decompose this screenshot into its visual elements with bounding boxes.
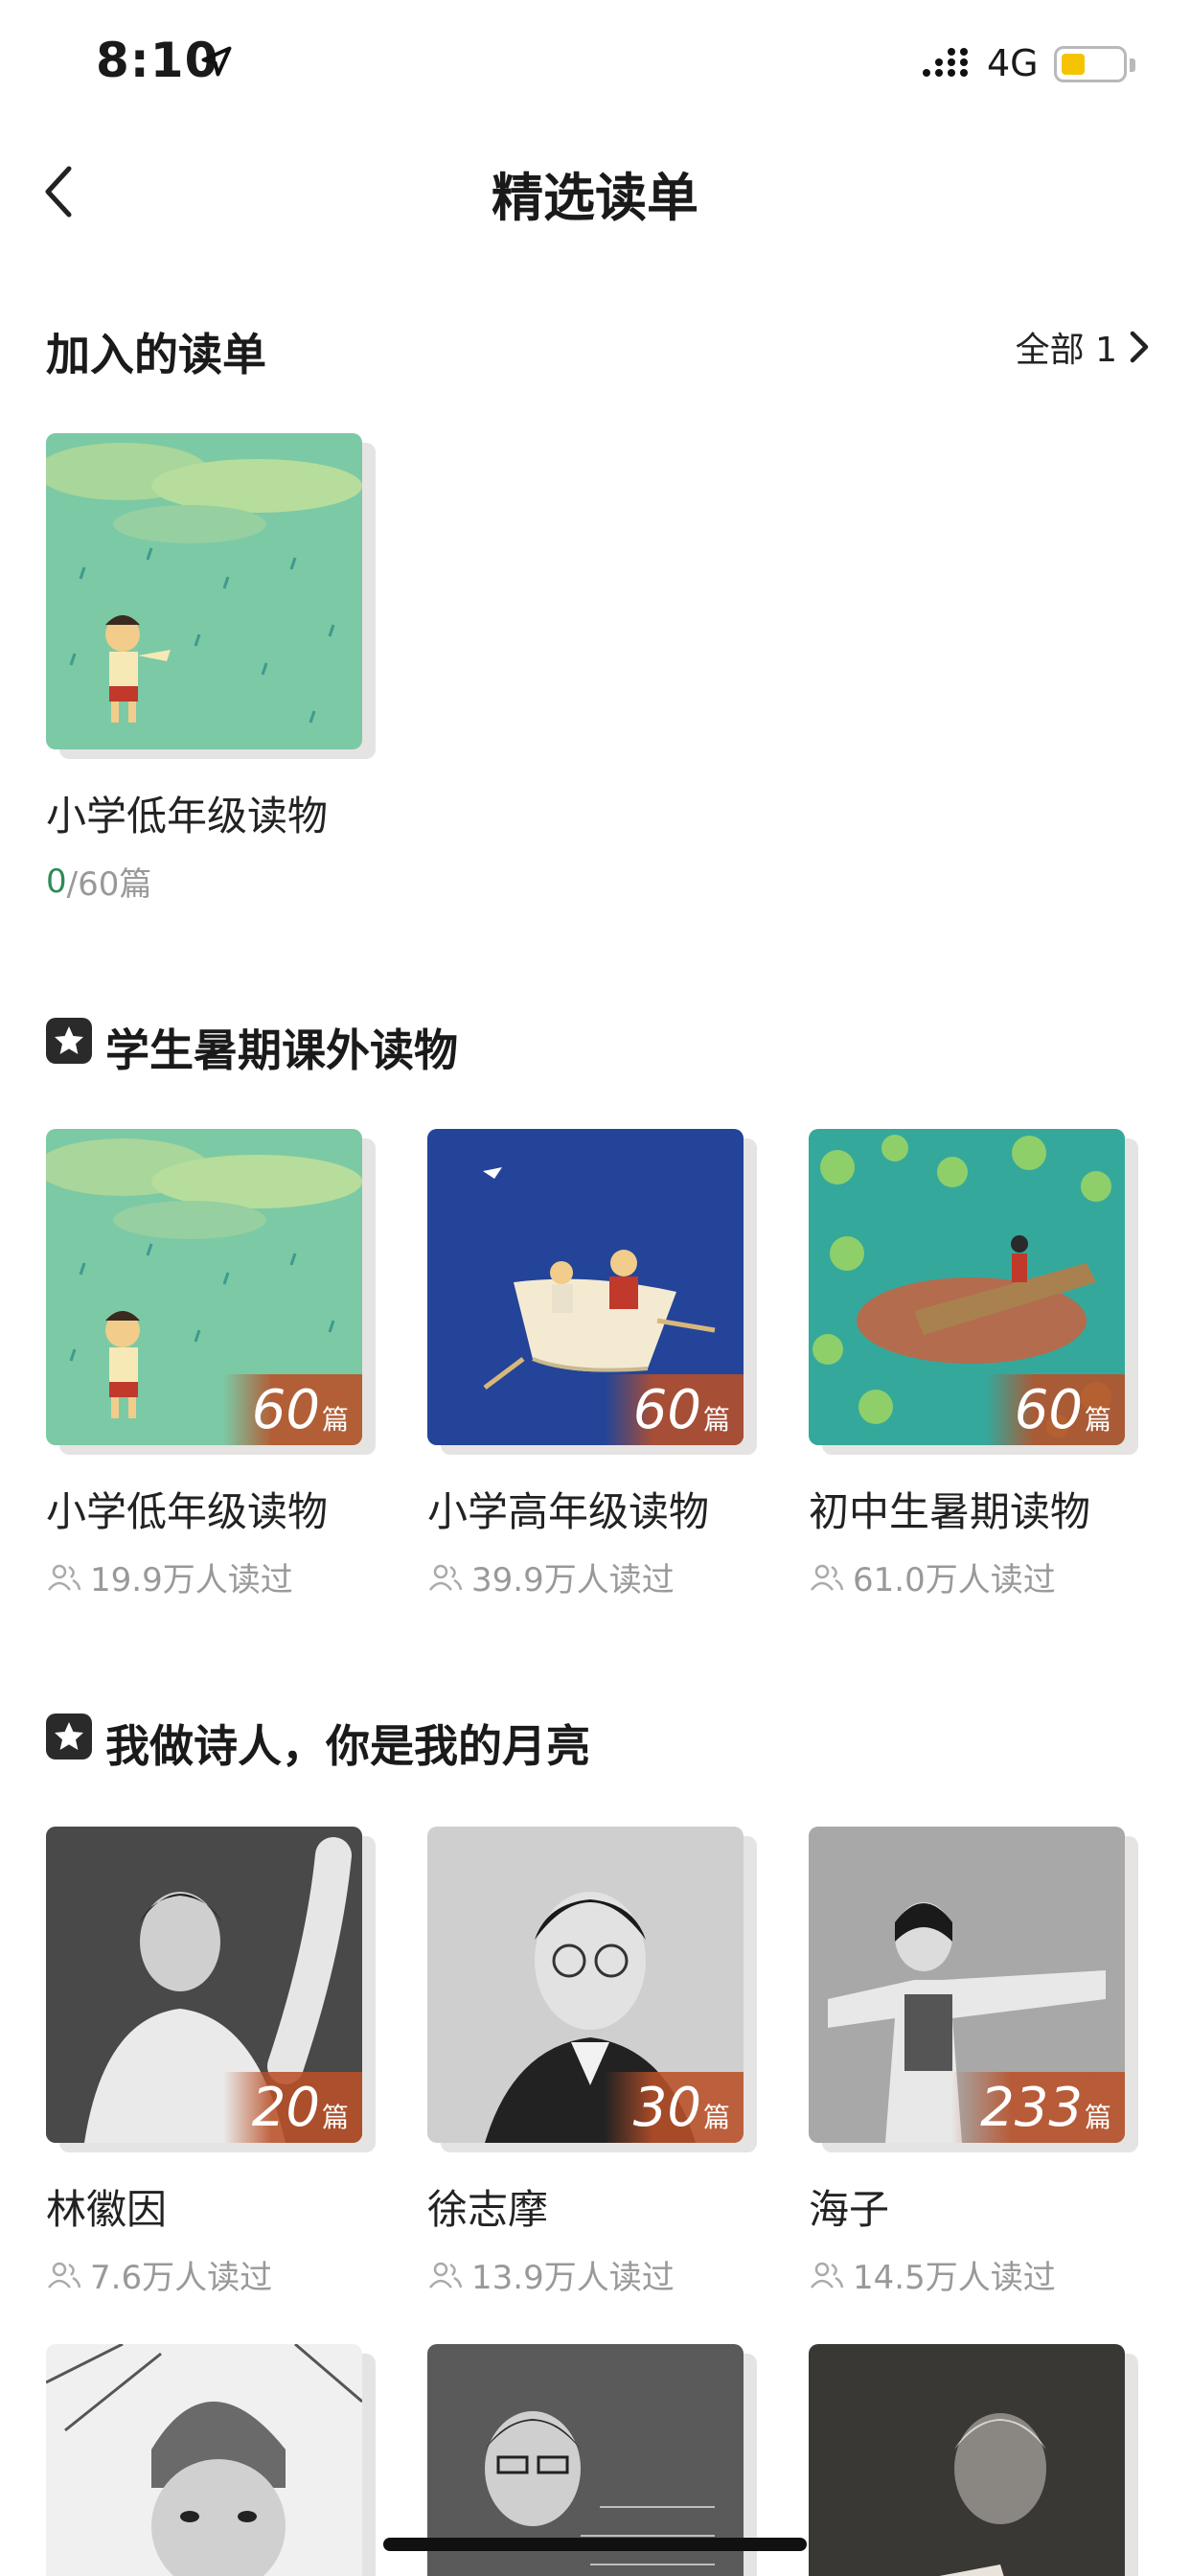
readers-icon [811,1564,844,1591]
location-arrow-icon [201,46,232,77]
count-unit: 篇 [702,2102,730,2133]
card-title: 徐志摩 [427,2186,549,2233]
article-count-badge: 30 篇 [604,2072,744,2143]
cover-image [46,2344,362,2576]
readers-count: 7.6万人读过 [46,2251,381,2298]
readers-icon [48,1564,81,1591]
progress-text: 0 /60篇 [46,858,381,905]
readers-count: 61.0万人读过 [809,1553,1144,1600]
count-number: 60 [632,1379,701,1441]
readers-icon [429,1564,463,1591]
count-unit: 篇 [321,1404,349,1436]
readers-text: 14.5万人读过 [853,2259,1056,2297]
status-bar: 8:10 4G [0,0,1190,126]
reading-list-card[interactable]: 60 篇 初中生暑期读物 61.0万人读过 [809,1129,1144,1600]
count-number: 60 [251,1379,320,1441]
readers-count: 39.9万人读过 [427,1553,763,1600]
readers-icon [429,2262,463,2288]
count-unit: 篇 [702,1404,730,1436]
count-number: 60 [1014,1379,1083,1441]
readers-text: 61.0万人读过 [853,1561,1056,1599]
portrait-photo [809,2344,1125,2576]
cover-image [46,433,362,749]
signal-icon [923,48,968,77]
readers-text: 19.9万人读过 [90,1561,293,1599]
reading-list-card[interactable] [809,2344,1144,2576]
readers-count: 19.9万人读过 [46,1553,381,1600]
readers-count: 13.9万人读过 [427,2251,763,2298]
joined-list-card[interactable]: 小学低年级读物 0 /60篇 [46,433,381,905]
portrait-photo [46,2344,362,2576]
readers-text: 7.6万人读过 [90,2259,273,2297]
reading-list-card[interactable] [46,2344,381,2576]
readers-text: 39.9万人读过 [471,1561,675,1599]
progress-done: 0 [46,862,67,901]
article-count-badge: 60 篇 [604,1374,744,1445]
progress-total: /60篇 [66,865,152,904]
card-title: 海子 [809,2186,890,2233]
reading-list-card[interactable]: 233 篇 海子 14.5万人读过 [809,1827,1144,2298]
reading-list-card[interactable]: 60 篇 小学低年级读物 19.9万人读过 [46,1129,381,1600]
readers-text: 13.9万人读过 [471,2259,675,2297]
see-all-button[interactable]: 全部 1 [1016,322,1152,372]
count-number: 30 [632,2077,701,2139]
page-title: 精选读单 [492,168,698,228]
cover-image [809,2344,1125,2576]
count-unit: 篇 [1084,2102,1111,2133]
reading-list-card[interactable]: 20 篇 林徽因 7.6万人读过 [46,1827,381,2298]
section-title: 我做诗人，你是我的月亮 [105,1720,590,1772]
reading-list-card[interactable]: 30 篇 徐志摩 13.9万人读过 [427,1827,763,2298]
joined-section-title: 加入的读单 [46,329,266,380]
card-title: 林徽因 [46,2186,168,2233]
card-title: 小学低年级读物 [46,793,329,840]
count-number: 20 [251,2077,320,2139]
chevron-right-icon [1130,331,1149,363]
article-count-badge: 60 篇 [222,1374,362,1445]
readers-count: 14.5万人读过 [809,2251,1144,2298]
count-number: 233 [980,2077,1083,2139]
card-title: 小学低年级读物 [46,1488,329,1535]
article-count-badge: 60 篇 [985,1374,1125,1445]
star-badge-icon [46,1714,92,1760]
battery-icon [1054,46,1135,82]
see-all-label: 全部 1 [1015,331,1117,370]
card-title: 小学高年级读物 [427,1488,710,1535]
star-badge-icon [46,1018,92,1064]
home-indicator [383,2538,807,2551]
reading-list-card[interactable]: 60 篇 小学高年级读物 39.9万人读过 [427,1129,763,1600]
card-title: 初中生暑期读物 [809,1488,1091,1535]
count-unit: 篇 [1084,1404,1111,1436]
network-type: 4G [987,42,1039,84]
count-unit: 篇 [321,2102,349,2133]
readers-icon [48,2262,81,2288]
article-count-badge: 20 篇 [222,2072,362,2143]
rain-child-illustration [46,433,362,749]
section-title: 学生暑期课外读物 [105,1024,458,1076]
readers-icon [811,2262,844,2288]
article-count-badge: 233 篇 [951,2072,1125,2143]
